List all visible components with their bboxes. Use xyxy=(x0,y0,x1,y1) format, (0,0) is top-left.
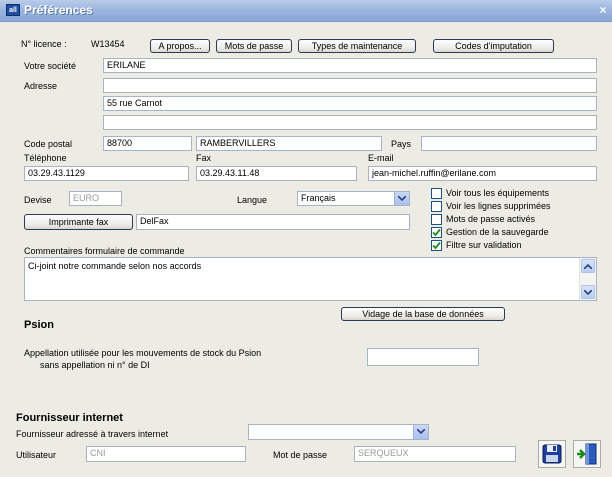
option-checkbox[interactable] xyxy=(431,201,442,212)
check-icon xyxy=(432,241,441,250)
option-label: Voir tous les équipements xyxy=(446,188,550,198)
fournisseur-title: Fournisseur internet xyxy=(16,412,123,424)
ville-field[interactable]: RAMBERVILLERS xyxy=(196,136,382,151)
fax-label: Fax xyxy=(196,153,212,163)
window-title: Préférences xyxy=(24,3,93,17)
commentaires-label: Commentaires formulaire de commande xyxy=(24,246,185,256)
devise-label: Devise xyxy=(24,195,52,205)
option-label: Filtre sur validation xyxy=(446,240,522,250)
societe-field[interactable]: ERILANE xyxy=(103,58,597,73)
apropos-button[interactable]: A propos... xyxy=(150,39,210,53)
langue-select[interactable]: Français xyxy=(297,191,410,206)
fax-field[interactable]: 03.29.43.11.48 xyxy=(196,166,357,181)
chevron-down-icon[interactable] xyxy=(394,192,409,205)
options-group: Voir tous les équipements Voir les ligne… xyxy=(431,188,601,258)
app-icon: all xyxy=(6,4,20,16)
licence-value: W13454 xyxy=(91,39,125,49)
title-bar: all Préférences × xyxy=(0,0,612,22)
adresse-line2-field[interactable]: 55 rue Carnot xyxy=(103,96,597,111)
adresse-line1-field[interactable] xyxy=(103,78,597,93)
option-checkbox[interactable] xyxy=(431,214,442,225)
option-label: Gestion de la sauvegarde xyxy=(446,227,549,237)
close-icon[interactable]: × xyxy=(596,3,610,18)
exit-button[interactable] xyxy=(573,440,601,468)
utilisateur-label: Utilisateur xyxy=(16,450,57,460)
pays-field[interactable] xyxy=(421,136,597,151)
email-label: E-mail xyxy=(368,153,394,163)
option-label: Voir les lignes supprimées xyxy=(446,201,551,211)
adresse-line3-field[interactable] xyxy=(103,115,597,130)
adresse-label: Adresse xyxy=(24,81,58,91)
commentaires-textarea[interactable]: Ci-joint notre commande selon nos accord… xyxy=(24,257,597,301)
floppy-disk-icon xyxy=(542,444,562,464)
imprimante-fax-field[interactable]: DelFax xyxy=(136,214,410,230)
option-checkbox[interactable] xyxy=(431,240,442,251)
pays-label: Pays xyxy=(391,139,412,149)
option-checkbox[interactable] xyxy=(431,188,442,199)
exit-door-icon xyxy=(577,443,597,465)
psion-desc-line2: sans appellation ni n° de DI xyxy=(40,360,150,370)
telephone-label: Téléphone xyxy=(24,153,67,163)
mots-de-passe-button[interactable]: Mots de passe xyxy=(216,39,292,53)
types-maintenance-button[interactable]: Types de maintenance xyxy=(298,39,416,53)
mot-de-passe-field[interactable]: SERQUEUX xyxy=(354,446,516,462)
langue-value: Français xyxy=(301,193,336,203)
psion-desc-line1: Appellation utilisée pour les mouvements… xyxy=(24,348,262,358)
preferences-panel: N° licence : W13454 A propos... Mots de … xyxy=(0,22,612,477)
option-checkbox[interactable] xyxy=(431,227,442,238)
psion-title: Psion xyxy=(24,319,54,331)
vidage-base-button[interactable]: Vidage de la base de données xyxy=(341,307,505,321)
code-postal-label: Code postal xyxy=(24,139,73,149)
scroll-down-icon[interactable] xyxy=(581,285,595,299)
commentaires-scrollbar[interactable] xyxy=(579,258,596,300)
chevron-down-icon[interactable] xyxy=(413,425,428,439)
commentaires-text: Ci-joint notre commande selon nos accord… xyxy=(28,261,202,271)
email-field[interactable]: jean-michel.ruffin@erilane.com xyxy=(368,166,597,181)
mot-de-passe-label: Mot de passe xyxy=(273,450,328,460)
psion-appellation-field[interactable] xyxy=(367,348,479,366)
scroll-up-icon[interactable] xyxy=(581,259,595,273)
telephone-field[interactable]: 03.29.43.1129 xyxy=(24,166,189,181)
devise-field[interactable]: EURO xyxy=(69,191,122,206)
fournisseur-adresse-label: Fournisseur adressé à travers internet xyxy=(16,429,169,439)
code-postal-field[interactable]: 88700 xyxy=(103,136,192,151)
codes-imputation-button[interactable]: Codes d'imputation xyxy=(433,39,554,53)
langue-label: Langue xyxy=(237,195,268,205)
utilisateur-field[interactable]: CNI xyxy=(86,446,246,462)
check-icon xyxy=(432,228,441,237)
licence-label: N° licence : xyxy=(21,39,67,49)
imprimante-fax-button[interactable]: Imprimante fax xyxy=(24,214,133,230)
save-button[interactable] xyxy=(538,440,566,468)
fournisseur-select[interactable] xyxy=(248,424,429,440)
societe-label: Votre société xyxy=(24,61,77,71)
option-label: Mots de passe activés xyxy=(446,214,536,224)
